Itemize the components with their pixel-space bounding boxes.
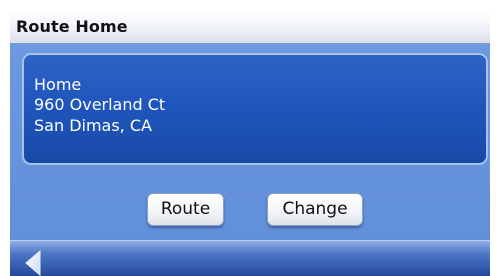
back-arrow-icon xyxy=(25,249,41,276)
route-home-screen: Route Home Home 960 Overland Ct San Dima… xyxy=(0,0,498,276)
address-city-state: San Dimas, CA xyxy=(34,116,152,135)
address-panel: Home 960 Overland Ct San Dimas, CA xyxy=(22,53,488,165)
page-title: Route Home xyxy=(16,17,128,36)
device-display: Route Home Home 960 Overland Ct San Dima… xyxy=(10,10,490,276)
route-button[interactable]: Route xyxy=(147,193,224,226)
bottom-nav-bar xyxy=(10,240,490,276)
title-bar: Route Home xyxy=(10,10,490,44)
address-street: 960 Overland Ct xyxy=(34,95,166,114)
right-edge-margin xyxy=(490,10,498,276)
address-name: Home xyxy=(34,75,82,94)
back-button[interactable] xyxy=(22,249,44,276)
change-button[interactable]: Change xyxy=(267,193,363,226)
